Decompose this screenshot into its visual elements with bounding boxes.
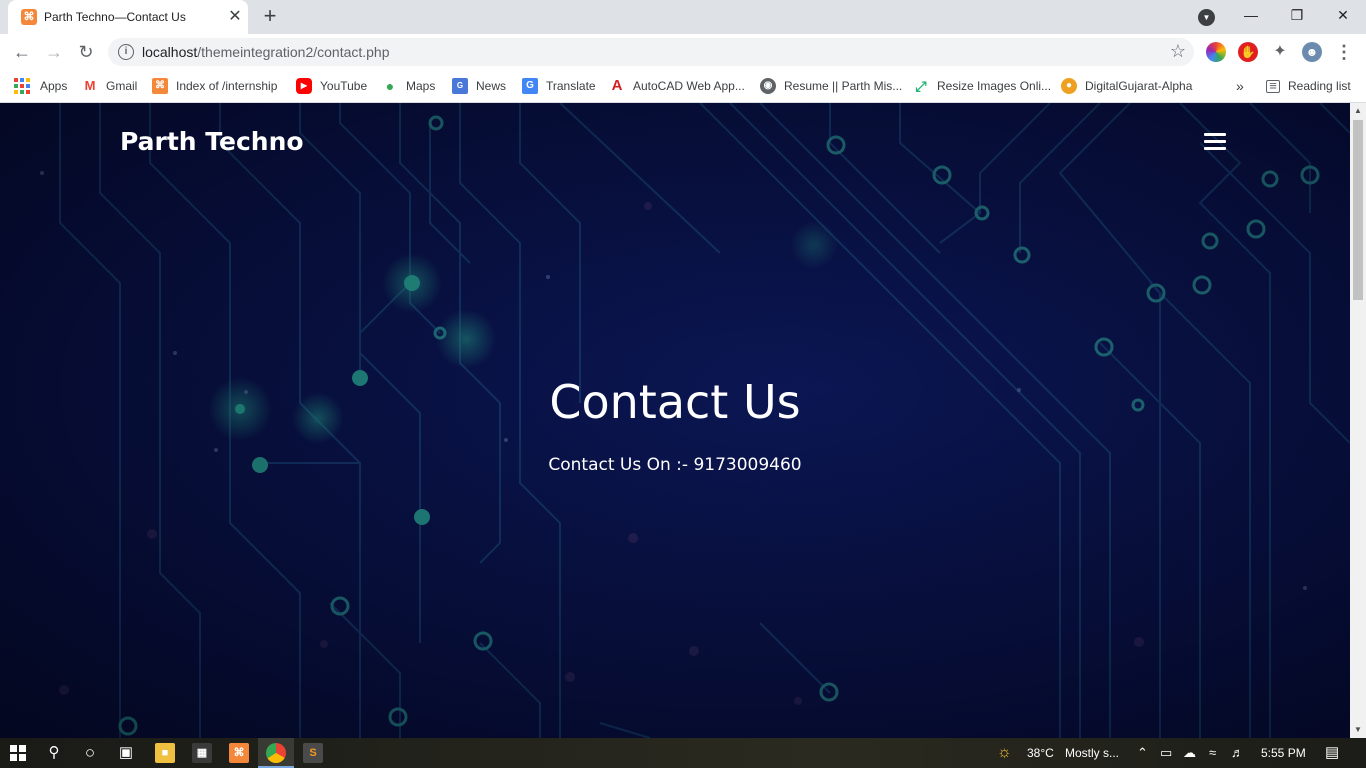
page-scrollbar[interactable]: ▲ ▼	[1350, 103, 1366, 738]
page-title: Contact Us	[549, 375, 801, 429]
cortana-icon[interactable]: ○	[72, 738, 108, 768]
browser-tab[interactable]: ⌘ Parth Techno—Contact Us ✕	[8, 0, 248, 34]
bookmark-label: DigitalGujarat-Alpha	[1085, 79, 1193, 93]
bookmark-maps[interactable]: ● Maps	[382, 76, 436, 96]
sublime-text-icon[interactable]: S	[303, 743, 323, 763]
xampp-icon: ⌘	[21, 9, 37, 25]
xampp-icon[interactable]: ⌘	[229, 743, 249, 763]
site-info-icon[interactable]: i	[118, 44, 134, 60]
bookmark-news[interactable]: G News	[452, 76, 506, 96]
bookmark-star-icon[interactable]: ☆	[1170, 41, 1186, 62]
search-icon[interactable]: ⚲	[36, 738, 72, 768]
weather-temp[interactable]: 38°C	[1027, 746, 1054, 760]
clock-time[interactable]: 5:55 PM	[1261, 746, 1306, 760]
windows-start-icon[interactable]	[0, 738, 36, 768]
tab-close-button[interactable]: ✕	[225, 7, 245, 27]
windows-taskbar: ⚲ ○ ▣ ■ ▦ ⌘ S ☼ 38°C Mostly s... ⌃ ▭ ☁ ≈…	[0, 738, 1366, 768]
bookmark-autocad[interactable]: A AutoCAD Web App...	[609, 76, 745, 96]
address-bar[interactable]: i localhost/themeintegration2/contact.ph…	[108, 38, 1194, 66]
autocad-icon: A	[611, 77, 623, 94]
reading-list-icon: ≡	[1266, 79, 1280, 93]
new-tab-button[interactable]: +	[258, 5, 282, 29]
bookmark-label: Index of /internship	[176, 79, 278, 93]
bookmark-label: Maps	[406, 79, 436, 93]
bookmark-label: Resize Images Onli...	[937, 79, 1052, 93]
site-brand[interactable]: Parth Techno	[120, 127, 304, 156]
browser-menu-icon[interactable]: ⋮	[1334, 40, 1354, 64]
bookmark-label: Apps	[40, 79, 68, 93]
browser-toolbar: ← → ↻ i localhost/themeintegration2/cont…	[0, 34, 1366, 70]
bookmark-label: Resume || Parth Mis...	[784, 79, 903, 93]
bookmark-resize-images[interactable]: ⤢ Resize Images Onli...	[913, 76, 1051, 96]
xampp-icon: ⌘	[152, 78, 168, 94]
chrome-icon[interactable]	[266, 743, 286, 763]
url-host: localhost	[142, 44, 198, 60]
address-url[interactable]: localhost/themeintegration2/contact.php	[142, 44, 390, 60]
bookmark-label: News	[476, 79, 507, 93]
contact-phone-text: Contact Us On :- 9173009460	[548, 455, 802, 475]
restore-button[interactable]: ❐	[1274, 0, 1320, 30]
wifi-icon[interactable]: ≈	[1209, 745, 1216, 761]
bookmark-index-internship[interactable]: ⌘ Index of /internship	[152, 76, 277, 96]
battery-icon[interactable]: ▭	[1160, 745, 1172, 761]
task-view-icon[interactable]: ▣	[108, 738, 144, 768]
scrollbar-thumb[interactable]	[1353, 120, 1363, 300]
scroll-down-icon[interactable]: ▼	[1350, 722, 1366, 738]
page-viewport: Parth Techno Contact Us Contact Us On :-…	[0, 103, 1366, 738]
bookmark-label: Translate	[546, 79, 596, 93]
bookmarks-overflow-button[interactable]: »	[1236, 76, 1244, 96]
weather-icon[interactable]: ☼	[997, 745, 1012, 761]
tab-strip: ⌘ Parth Techno—Contact Us ✕ + ▼ — ❐ ✕	[0, 0, 1366, 34]
maps-icon: ●	[385, 78, 395, 94]
bookmark-youtube[interactable]: ▶ YouTube	[296, 76, 367, 96]
digitalgujarat-icon: ●	[1061, 78, 1077, 94]
extensions-puzzle-icon[interactable]: ✦	[1270, 42, 1290, 62]
news-icon: G	[452, 78, 468, 94]
tab-title: Parth Techno—Contact Us	[44, 10, 186, 24]
tab-search-icon[interactable]: ▼	[1198, 9, 1215, 26]
reading-list-button[interactable]: ≡ Reading list	[1266, 76, 1351, 96]
reload-icon[interactable]: ↻	[72, 38, 100, 66]
bookmark-resume[interactable]: ◉ Resume || Parth Mis...	[760, 76, 902, 96]
color-picker-extension-icon[interactable]	[1206, 42, 1226, 62]
scroll-up-icon[interactable]: ▲	[1350, 103, 1366, 119]
bookmark-label: Gmail	[106, 79, 138, 93]
close-window-button[interactable]: ✕	[1320, 0, 1366, 30]
url-path: /themeintegration2/contact.php	[197, 44, 390, 60]
minimize-button[interactable]: —	[1228, 0, 1274, 30]
hamburger-menu-icon[interactable]	[1204, 133, 1226, 151]
bookmark-translate[interactable]: G Translate	[522, 76, 596, 96]
bookmark-apps[interactable]: Apps	[14, 76, 67, 96]
weather-text[interactable]: Mostly s...	[1065, 746, 1119, 760]
bookmarks-bar: Apps M Gmail ⌘ Index of /internship ▶ Yo…	[0, 70, 1366, 103]
resize-icon: ⤢	[915, 78, 927, 94]
bookmark-digitalgujarat[interactable]: ● DigitalGujarat-Alpha	[1061, 76, 1192, 96]
bookmark-label: AutoCAD Web App...	[633, 79, 745, 93]
show-hidden-icons-icon[interactable]: ⌃	[1137, 745, 1148, 761]
reading-list-label: Reading list	[1288, 79, 1351, 93]
back-arrow-icon[interactable]: ←	[8, 38, 36, 66]
volume-icon[interactable]: ♬	[1231, 745, 1244, 761]
globe-icon: ◉	[760, 78, 776, 94]
notifications-icon[interactable]: ▤	[1325, 745, 1339, 761]
apps-grid-icon	[14, 78, 30, 94]
file-explorer-icon[interactable]: ■	[155, 743, 175, 763]
forward-arrow-icon[interactable]: →	[40, 38, 68, 66]
store-icon[interactable]: ▦	[192, 743, 212, 763]
bookmark-gmail[interactable]: M Gmail	[82, 76, 137, 96]
bookmark-label: YouTube	[320, 79, 368, 93]
gmail-icon: M	[82, 78, 98, 94]
profile-avatar[interactable]: ☻	[1302, 42, 1322, 62]
onedrive-icon[interactable]: ☁	[1183, 745, 1196, 761]
translate-icon: G	[522, 78, 538, 94]
adblock-extension-icon[interactable]: ✋	[1238, 42, 1258, 62]
youtube-icon: ▶	[296, 78, 312, 94]
